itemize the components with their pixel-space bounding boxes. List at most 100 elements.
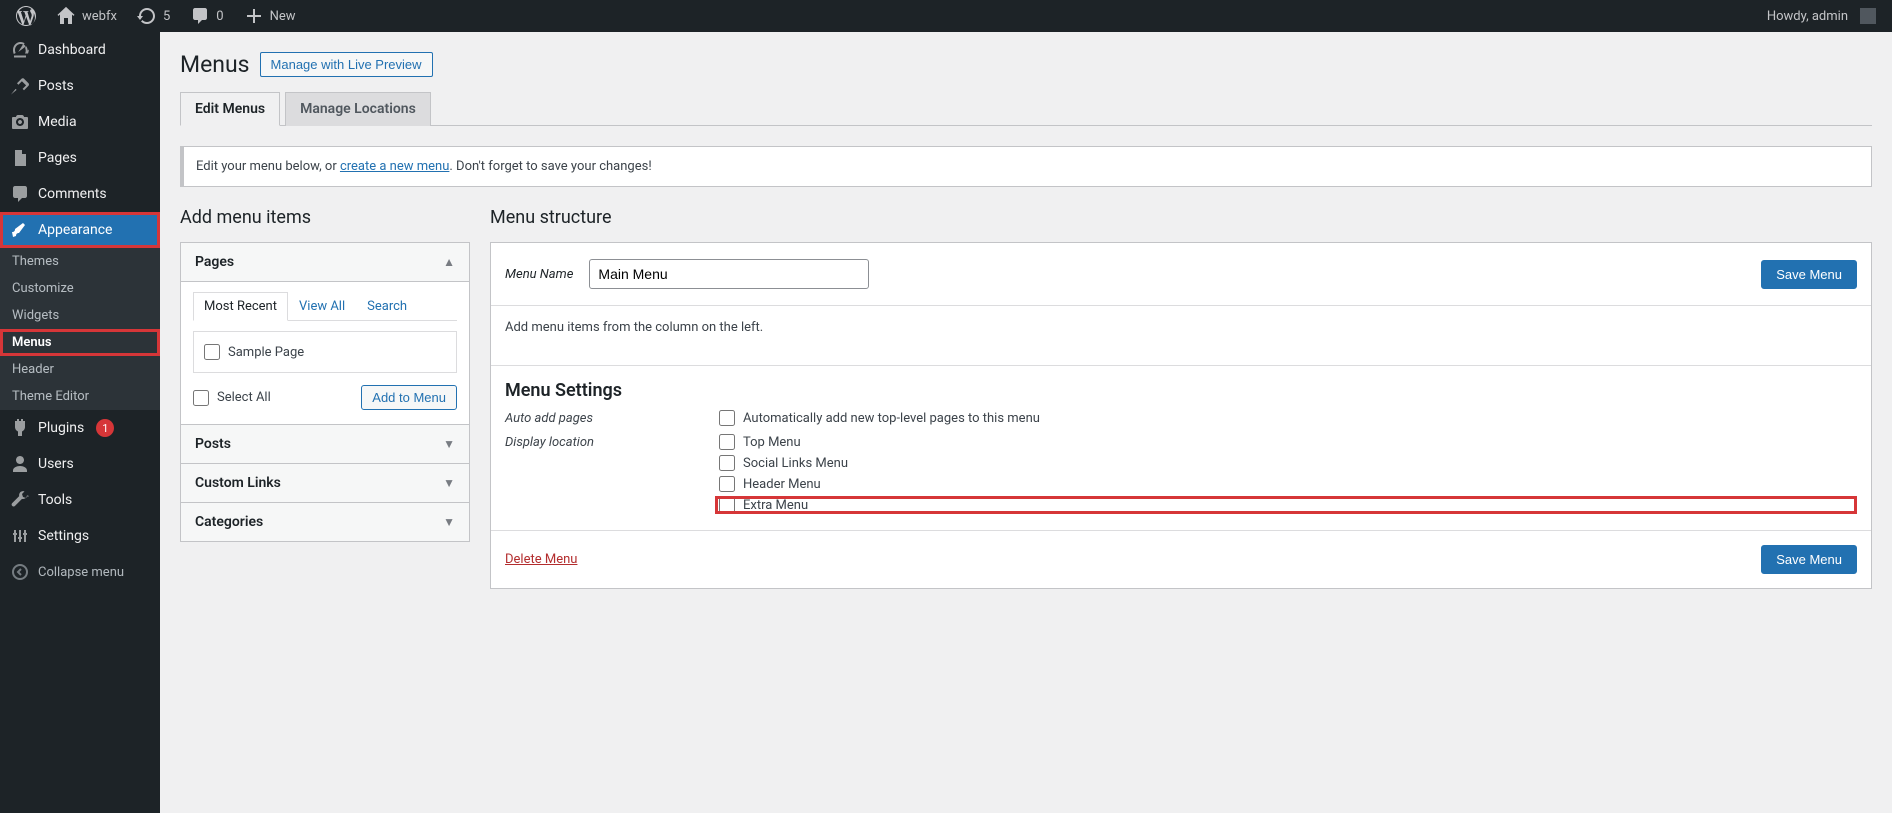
tab-edit-menus[interactable]: Edit Menus bbox=[180, 92, 280, 126]
sidebar-label: Appearance bbox=[38, 222, 112, 238]
add-items-title: Add menu items bbox=[180, 207, 470, 228]
submenu-widgets[interactable]: Widgets bbox=[0, 302, 160, 329]
sidebar-item-plugins[interactable]: Plugins 1 bbox=[0, 410, 160, 446]
sidebar-label: Users bbox=[38, 456, 74, 472]
account-link[interactable]: Howdy, admin bbox=[1759, 0, 1884, 32]
page-item-sample[interactable]: Sample Page bbox=[204, 340, 446, 364]
notice-pre: Edit your menu below, or bbox=[196, 159, 340, 174]
sidebar-item-media[interactable]: Media bbox=[0, 104, 160, 140]
sidebar-item-dashboard[interactable]: Dashboard bbox=[0, 32, 160, 68]
new-label: New bbox=[270, 9, 296, 24]
menu-panel: Menu Name Save Menu Add menu items from … bbox=[490, 242, 1872, 589]
chevron-down-icon: ▼ bbox=[443, 437, 455, 451]
select-all-row[interactable]: Select All bbox=[193, 386, 271, 410]
sidebar-label: Comments bbox=[38, 186, 107, 202]
pages-tab-recent[interactable]: Most Recent bbox=[193, 292, 288, 321]
delete-menu-link[interactable]: Delete Menu bbox=[505, 552, 577, 567]
sliders-icon bbox=[10, 526, 30, 546]
comments-count: 0 bbox=[216, 9, 223, 24]
auto-add-text: Automatically add new top-level pages to… bbox=[743, 411, 1040, 426]
admin-sidebar: Dashboard Posts Media Pages Comments App… bbox=[0, 32, 160, 813]
location-header-checkbox[interactable] bbox=[719, 476, 735, 492]
acc-custom-links-header[interactable]: Custom Links ▼ bbox=[181, 463, 469, 502]
site-name: webfx bbox=[82, 9, 117, 24]
dashboard-icon bbox=[10, 40, 30, 60]
comments-link[interactable]: 0 bbox=[182, 0, 231, 32]
submenu-customize[interactable]: Customize bbox=[0, 275, 160, 302]
location-extra-checkbox[interactable] bbox=[719, 497, 735, 513]
wordpress-icon bbox=[16, 6, 36, 26]
plugins-badge: 1 bbox=[96, 419, 114, 437]
location-header-text: Header Menu bbox=[743, 477, 821, 492]
submenu-theme-editor[interactable]: Theme Editor bbox=[0, 383, 160, 410]
pages-tab-view-all[interactable]: View All bbox=[288, 292, 356, 320]
pages-tab-search[interactable]: Search bbox=[356, 292, 418, 320]
acc-categories-label: Categories bbox=[195, 514, 263, 530]
sidebar-item-appearance[interactable]: Appearance bbox=[0, 212, 160, 248]
chevron-down-icon: ▼ bbox=[443, 476, 455, 490]
structure-title: Menu structure bbox=[490, 207, 1872, 228]
acc-posts-header[interactable]: Posts ▼ bbox=[181, 424, 469, 463]
menu-name-input[interactable] bbox=[589, 259, 869, 289]
submenu-themes[interactable]: Themes bbox=[0, 248, 160, 275]
save-menu-button-bottom[interactable]: Save Menu bbox=[1761, 545, 1857, 574]
site-link[interactable]: webfx bbox=[48, 0, 125, 32]
pin-icon bbox=[10, 76, 30, 96]
location-top[interactable]: Top Menu bbox=[715, 433, 1857, 451]
acc-pages-header[interactable]: Pages ▲ bbox=[181, 243, 469, 281]
acc-categories-header[interactable]: Categories ▼ bbox=[181, 502, 469, 541]
submenu-menus[interactable]: Menus bbox=[0, 329, 160, 356]
auto-add-label: Auto add pages bbox=[505, 409, 705, 426]
collapse-icon bbox=[10, 562, 30, 582]
home-icon bbox=[56, 6, 76, 26]
select-all-checkbox[interactable] bbox=[193, 390, 209, 406]
location-social[interactable]: Social Links Menu bbox=[715, 454, 1857, 472]
add-items-accordion: Pages ▲ Most Recent View All Search bbox=[180, 242, 470, 542]
page-icon bbox=[10, 148, 30, 168]
brush-icon bbox=[10, 220, 30, 240]
create-menu-link[interactable]: create a new menu bbox=[340, 159, 449, 174]
media-icon bbox=[10, 112, 30, 132]
sidebar-item-tools[interactable]: Tools bbox=[0, 482, 160, 518]
sidebar-item-pages[interactable]: Pages bbox=[0, 140, 160, 176]
page-title: Menus bbox=[180, 51, 250, 78]
tab-manage-locations[interactable]: Manage Locations bbox=[285, 92, 431, 126]
sidebar-label: Plugins bbox=[38, 420, 84, 436]
location-top-text: Top Menu bbox=[743, 435, 801, 450]
content-area: Menus Manage with Live Preview Edit Menu… bbox=[160, 32, 1892, 813]
sidebar-label: Media bbox=[38, 114, 77, 130]
collapse-menu[interactable]: Collapse menu bbox=[0, 554, 160, 590]
sidebar-item-posts[interactable]: Posts bbox=[0, 68, 160, 104]
live-preview-button[interactable]: Manage with Live Preview bbox=[260, 52, 433, 77]
appearance-submenu: Themes Customize Widgets Menus Header Th… bbox=[0, 248, 160, 410]
howdy-text: Howdy, admin bbox=[1767, 9, 1848, 24]
acc-custom-links-label: Custom Links bbox=[195, 475, 281, 491]
auto-add-checkbox[interactable] bbox=[719, 410, 735, 426]
location-social-checkbox[interactable] bbox=[719, 455, 735, 471]
submenu-header[interactable]: Header bbox=[0, 356, 160, 383]
page-item-checkbox[interactable] bbox=[204, 344, 220, 360]
updates-count: 5 bbox=[163, 9, 170, 24]
acc-pages-body: Most Recent View All Search Sample Page bbox=[181, 281, 469, 424]
sidebar-label: Settings bbox=[38, 528, 89, 544]
auto-add-option[interactable]: Automatically add new top-level pages to… bbox=[715, 409, 1857, 427]
collapse-label: Collapse menu bbox=[38, 565, 124, 580]
add-to-menu-button[interactable]: Add to Menu bbox=[361, 385, 457, 410]
sidebar-item-settings[interactable]: Settings bbox=[0, 518, 160, 554]
location-extra[interactable]: Extra Menu bbox=[715, 496, 1857, 514]
location-header[interactable]: Header Menu bbox=[715, 475, 1857, 493]
sidebar-item-users[interactable]: Users bbox=[0, 446, 160, 482]
wp-logo[interactable] bbox=[8, 0, 44, 32]
updates-link[interactable]: 5 bbox=[129, 0, 178, 32]
location-social-text: Social Links Menu bbox=[743, 456, 848, 471]
sidebar-label: Posts bbox=[38, 78, 74, 94]
save-menu-button-top[interactable]: Save Menu bbox=[1761, 260, 1857, 289]
chevron-down-icon: ▼ bbox=[443, 515, 455, 529]
location-top-checkbox[interactable] bbox=[719, 434, 735, 450]
select-all-label: Select All bbox=[217, 390, 271, 405]
sidebar-item-comments[interactable]: Comments bbox=[0, 176, 160, 212]
structure-instructions: Add menu items from the column on the le… bbox=[491, 306, 1871, 366]
acc-pages-label: Pages bbox=[195, 254, 234, 270]
notice-post: . Don't forget to save your changes! bbox=[449, 159, 651, 174]
new-content[interactable]: New bbox=[236, 0, 304, 32]
